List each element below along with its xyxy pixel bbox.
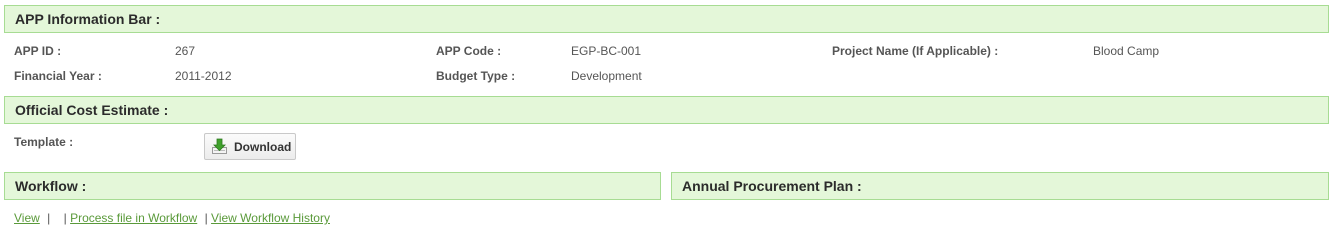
official-cost-estimate-header: Official Cost Estimate :: [4, 96, 1329, 124]
link-separator: |: [204, 211, 208, 225]
download-icon: [211, 138, 228, 155]
workflow-title: Workflow :: [15, 178, 87, 194]
project-name-label: Project Name (If Applicable) :: [832, 44, 999, 58]
app-id-label: APP ID :: [14, 44, 62, 58]
financial-year-label: Financial Year :: [14, 69, 102, 83]
template-label: Template :: [14, 135, 74, 149]
budget-type-value: Development: [571, 69, 642, 83]
link-separator: |: [47, 211, 51, 225]
app-information-bar-header: APP Information Bar :: [4, 5, 1329, 33]
app-id-value: 267: [175, 44, 196, 58]
process-file-link[interactable]: Process file in Workflow: [70, 211, 197, 225]
app-code-value: EGP-BC-001: [571, 44, 642, 58]
view-link[interactable]: View: [14, 211, 40, 225]
annual-procurement-plan-header: Annual Procurement Plan :: [671, 172, 1329, 200]
financial-year-value: 2011-2012: [175, 69, 232, 83]
project-name-value: Blood Camp: [1093, 44, 1160, 58]
budget-type-label: Budget Type :: [436, 69, 516, 83]
official-cost-estimate-title: Official Cost Estimate :: [15, 102, 169, 118]
download-button-label: Download: [234, 139, 292, 154]
app-code-label: APP Code :: [436, 44, 502, 58]
app-information-bar-title: APP Information Bar :: [15, 11, 161, 27]
workflow-header: Workflow :: [4, 172, 661, 200]
workflow-links: View | | Process file in Workflow | View…: [14, 211, 330, 225]
view-workflow-history-link[interactable]: View Workflow History: [211, 211, 330, 225]
annual-procurement-plan-title: Annual Procurement Plan :: [682, 178, 862, 194]
download-button[interactable]: Download: [204, 133, 296, 160]
link-separator: |: [63, 211, 67, 225]
